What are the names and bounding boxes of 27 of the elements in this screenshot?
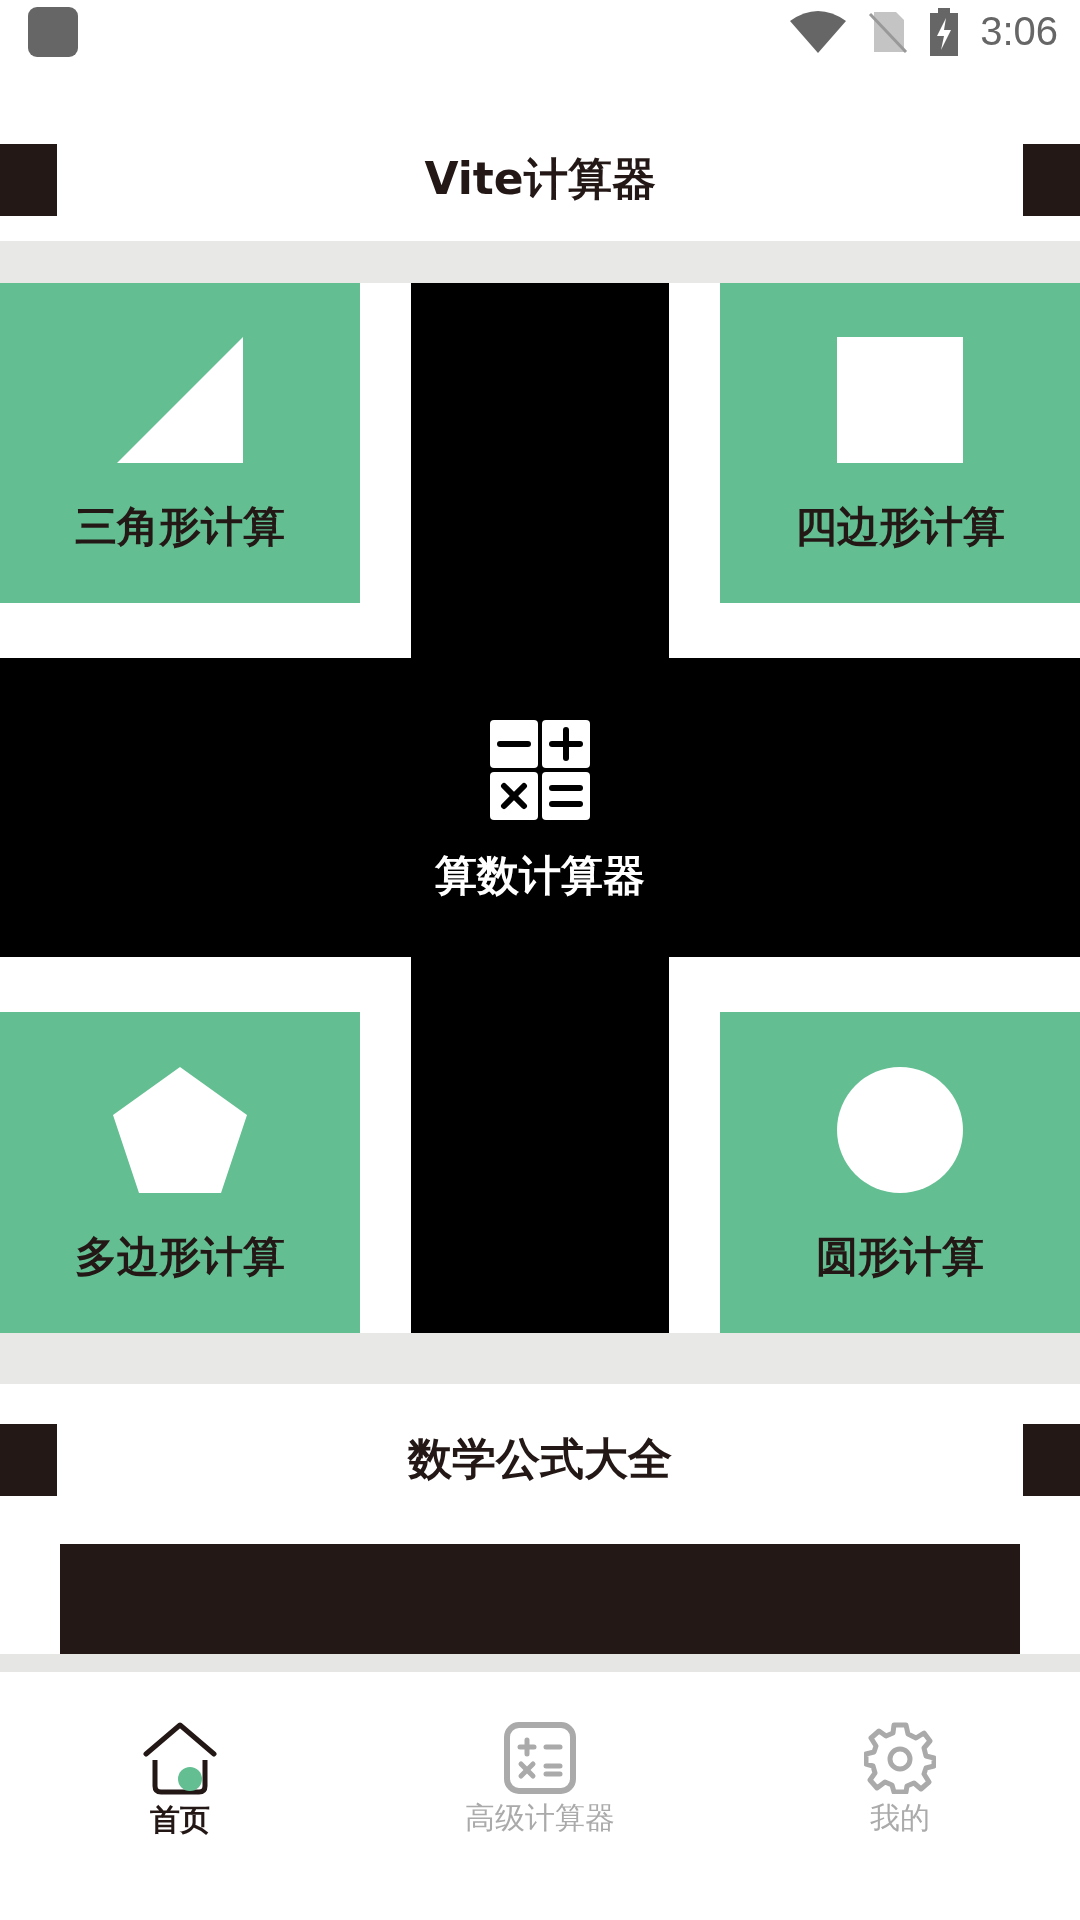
shape-card[interactable]: 圆形计算: [720, 1011, 1080, 1333]
card-label: 三角形计算: [75, 500, 285, 553]
settings-icon: [864, 1721, 936, 1794]
square-icon: [837, 336, 963, 463]
wifi-icon: [790, 10, 847, 53]
formula-banner[interactable]: [60, 1543, 1020, 1654]
status-time: 3:06: [980, 9, 1058, 55]
shape-card[interactable]: 三角形计算: [0, 282, 360, 603]
circle-icon: [837, 1066, 963, 1193]
battery-icon: [930, 7, 959, 56]
calculator-icon: [490, 720, 590, 821]
card-label: 多边形计算: [75, 1230, 285, 1283]
shape-card[interactable]: 四边形计算: [720, 282, 1080, 603]
calculator-icon: [504, 1721, 576, 1794]
shape-card[interactable]: 多边形计算: [0, 1011, 360, 1333]
pentagon-icon: [113, 1066, 247, 1193]
triangle-icon: [117, 336, 243, 463]
card-label: 算数计算器: [435, 850, 645, 903]
card-label: 四边形计算: [795, 500, 1005, 553]
nav-tab[interactable]: 首页: [143, 1721, 217, 1841]
page-title: Vite计算器: [424, 152, 656, 207]
home-icon: [143, 1721, 217, 1796]
section-title: 数学公式大全: [408, 1432, 672, 1487]
app-icon: [28, 6, 78, 57]
no-sim-icon: [868, 9, 909, 54]
arithmetic-card[interactable]: 算数计算器: [0, 657, 1080, 957]
card-label: 圆形计算: [816, 1230, 984, 1283]
